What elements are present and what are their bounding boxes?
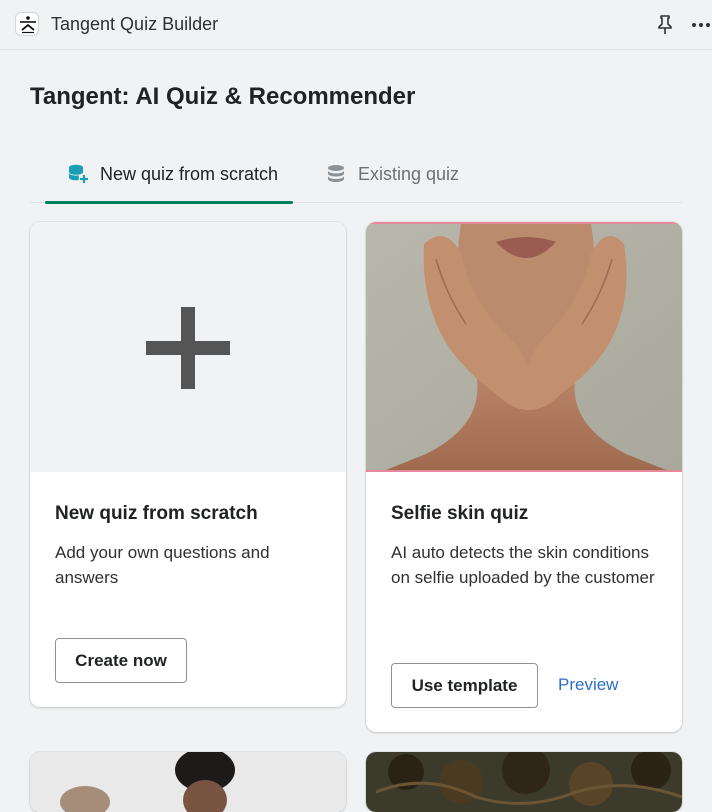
app-header: Tangent Quiz Builder	[0, 0, 712, 50]
curly-hair-portrait-photo	[366, 752, 682, 812]
face-with-hands-photo	[366, 222, 682, 472]
card-description: Add your own questions and answers	[55, 543, 270, 587]
tab-existing-quiz[interactable]: Existing quiz	[325, 145, 485, 203]
tab-new-quiz-label: New quiz from scratch	[100, 163, 279, 184]
more-horizontal-icon[interactable]	[690, 14, 712, 36]
new-quiz-media	[30, 222, 346, 472]
use-template-button[interactable]: Use template	[391, 663, 538, 708]
card-title: New quiz from scratch	[55, 503, 258, 524]
app-title: Tangent Quiz Builder	[51, 14, 219, 34]
quiz-template-card	[366, 752, 682, 812]
new-quiz-card: New quiz from scratch Add your own quest…	[30, 222, 346, 707]
database-plus-icon	[67, 163, 89, 185]
preview-link[interactable]: Preview	[558, 675, 618, 695]
tangent-logo-icon	[15, 12, 39, 36]
database-icon	[325, 163, 347, 185]
pin-icon[interactable]	[655, 14, 675, 36]
tab-bar: New quiz from scratch Existing quiz	[30, 145, 682, 204]
card-title: Selfie skin quiz	[391, 503, 529, 524]
quiz-template-card	[30, 752, 346, 812]
card-description: AI auto detects the skin conditions on s…	[391, 543, 655, 587]
page-title: Tangent: AI Quiz & Recommender	[30, 83, 416, 110]
selfie-skin-quiz-card: Selfie skin quiz AI auto detects the ski…	[366, 222, 682, 732]
tab-new-quiz[interactable]: New quiz from scratch	[45, 145, 293, 204]
tab-existing-quiz-label: Existing quiz	[358, 163, 460, 184]
woman-portrait-photo	[30, 752, 346, 812]
plus-icon	[146, 307, 230, 389]
create-now-button[interactable]: Create now	[55, 638, 187, 683]
